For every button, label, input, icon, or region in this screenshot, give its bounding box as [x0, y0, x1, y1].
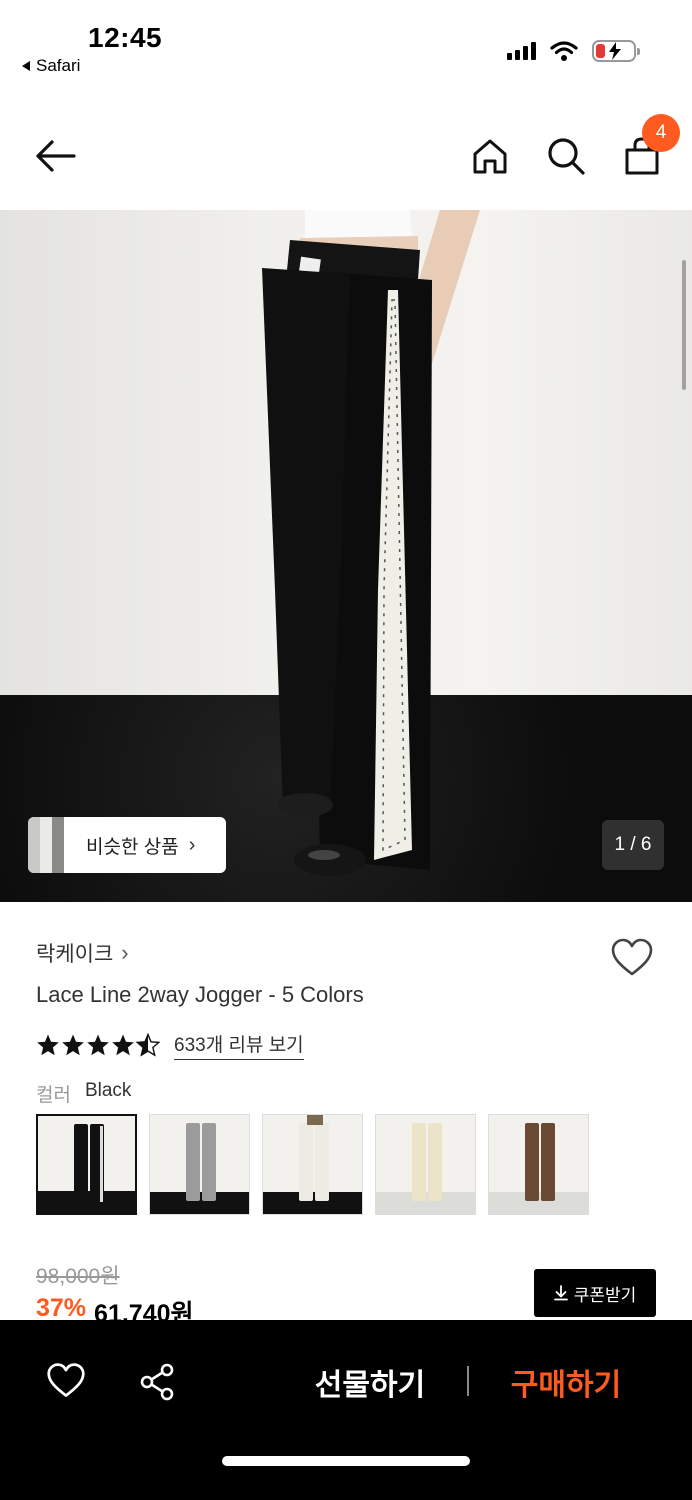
buy-button[interactable]: 구매하기: [486, 1358, 646, 1406]
reviews-link[interactable]: 633개 리뷰 보기: [174, 1030, 304, 1060]
share-icon: [140, 1363, 174, 1401]
heart-icon: [47, 1363, 85, 1397]
status-time: 12:45: [88, 22, 163, 53]
get-coupon-button[interactable]: 쿠폰받기: [534, 1269, 656, 1317]
back-to-app-link[interactable]: Safari: [22, 56, 80, 76]
cellular-signal-icon: [507, 42, 536, 60]
similar-products-label: 비슷한 상품: [86, 836, 179, 858]
brand-link[interactable]: 락케이크 ›: [36, 938, 129, 968]
nav-bar: 4: [0, 100, 692, 210]
system-icons: [507, 40, 640, 62]
product-image-carousel[interactable]: 비슷한 상품 › 1 / 6: [0, 210, 692, 902]
star-filled-icon: [112, 1034, 134, 1056]
star-filled-icon: [37, 1034, 59, 1056]
coupon-label: 쿠폰받기: [573, 1285, 637, 1305]
wifi-icon: [550, 41, 578, 61]
chevron-right-icon: ›: [188, 833, 196, 856]
back-button[interactable]: [30, 136, 80, 176]
cart-count-badge: 4: [642, 114, 680, 152]
color-swatches: [36, 1114, 589, 1215]
cart-button[interactable]: 4: [622, 114, 680, 176]
battery-icon: [592, 40, 640, 62]
swatch-ivory[interactable]: [262, 1114, 363, 1215]
like-button[interactable]: [610, 938, 654, 978]
product-photo-pants: [262, 210, 480, 876]
rating-stars: [36, 1033, 160, 1057]
swatch-cream[interactable]: [375, 1114, 476, 1215]
similar-products-button[interactable]: 비슷한 상품 ›: [28, 817, 226, 873]
color-key: 컬러: [36, 1085, 71, 1106]
home-indicator[interactable]: [222, 1456, 470, 1466]
color-selection-label: 컬러 Black: [36, 1080, 131, 1107]
back-triangle-icon: [22, 61, 30, 71]
download-icon: [553, 1285, 568, 1301]
gift-button[interactable]: 선물하기: [290, 1358, 450, 1406]
arrow-left-icon: [36, 140, 76, 172]
action-divider: [467, 1366, 469, 1396]
product-name: Lace Line 2way Jogger - 5 Colors: [36, 982, 364, 1007]
brand-name: 락케이크: [36, 943, 114, 966]
heart-outline-icon: [611, 938, 653, 976]
swatch-gray[interactable]: [149, 1114, 250, 1215]
image-page-indicator: 1 / 6: [602, 820, 664, 870]
star-half-icon: [136, 1033, 160, 1057]
search-button[interactable]: [546, 136, 586, 176]
star-filled-icon: [87, 1034, 109, 1056]
star-filled-icon: [62, 1034, 84, 1056]
original-price: 98,000원: [36, 1265, 120, 1288]
back-app-label: Safari: [36, 56, 81, 75]
similar-thumbnail: [28, 817, 64, 873]
wishlist-button[interactable]: [46, 1362, 86, 1402]
bottom-action-bar: 선물하기 구매하기: [0, 1320, 692, 1500]
nav-actions: 4: [470, 114, 680, 176]
battery-fill: [596, 44, 605, 58]
chevron-right-icon: ›: [121, 940, 129, 965]
status-bar: 12:45 Safari: [0, 0, 692, 100]
rating-row: 633개 리뷰 보기: [36, 1030, 304, 1060]
home-icon: [473, 139, 507, 174]
page-scrollbar[interactable]: [682, 260, 686, 390]
swatch-brown[interactable]: [488, 1114, 589, 1215]
charging-bolt-icon: [609, 42, 621, 60]
swatch-black[interactable]: [36, 1114, 137, 1215]
home-button[interactable]: [470, 136, 510, 176]
share-button[interactable]: [138, 1362, 178, 1402]
battery-nub: [637, 48, 640, 55]
color-value: Black: [84, 1080, 132, 1101]
search-icon: [548, 138, 585, 175]
